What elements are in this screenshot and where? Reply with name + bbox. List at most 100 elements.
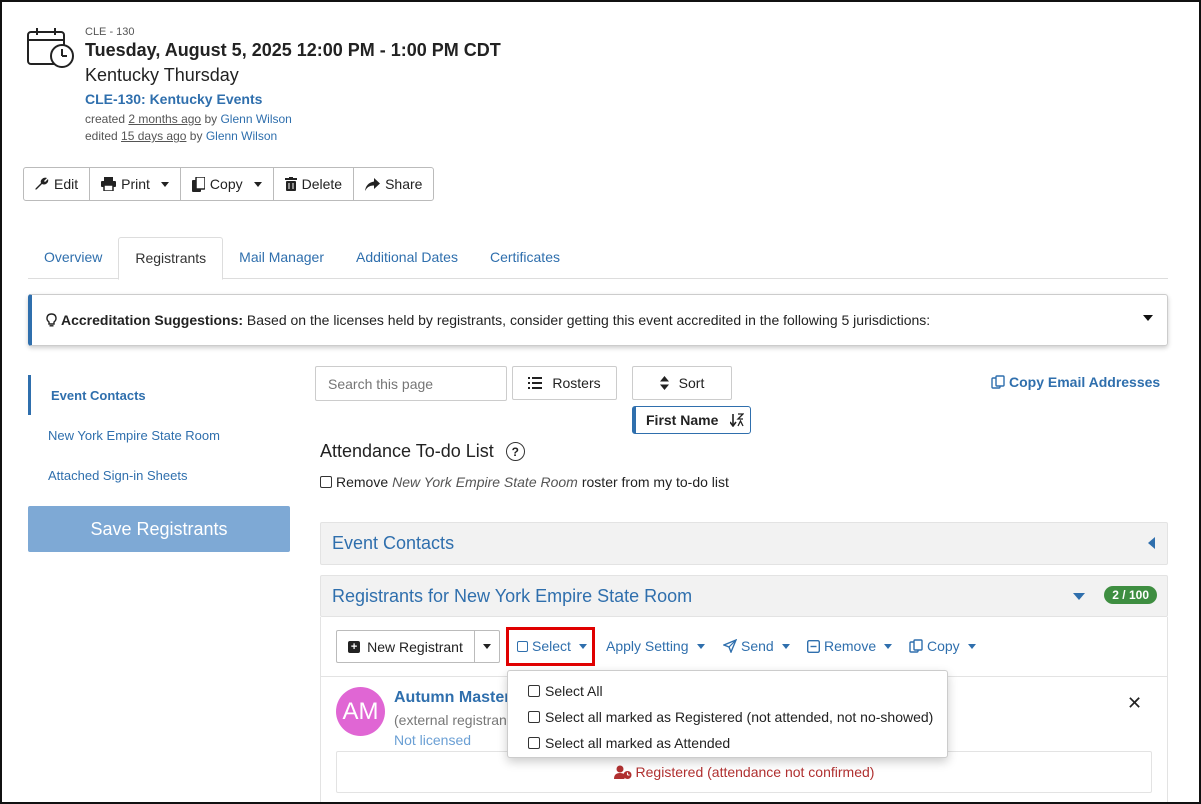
- copy-registrants-label: Copy: [927, 638, 960, 654]
- edited-ago: 15 days ago: [121, 129, 187, 143]
- trash-icon: [284, 177, 297, 191]
- registrant-license-link[interactable]: Not licensed: [394, 732, 471, 748]
- event-title: Kentucky Thursday: [85, 65, 239, 85]
- printer-icon: [101, 177, 117, 191]
- event-series-link[interactable]: CLE-130: Kentucky Events: [85, 91, 262, 107]
- apply-setting-button[interactable]: Apply Setting: [606, 638, 705, 654]
- tab-mail-manager[interactable]: Mail Manager: [223, 237, 340, 279]
- event-datetime: Tuesday, August 5, 2025 12:00 PM - 1:00 …: [85, 40, 501, 60]
- checkbox-icon: [528, 685, 540, 697]
- close-icon[interactable]: ✕: [1127, 693, 1142, 714]
- remove-button[interactable]: Remove: [807, 638, 893, 654]
- tab-certificates[interactable]: Certificates: [474, 237, 576, 279]
- remove-suffix: roster from my to-do list: [581, 474, 729, 490]
- menu-item-select-registered[interactable]: Select all marked as Registered (not att…: [508, 704, 947, 730]
- edit-button[interactable]: Edit: [24, 168, 91, 200]
- save-registrants-button[interactable]: Save Registrants: [28, 506, 290, 552]
- registrant-count-badge: 2 / 100: [1104, 586, 1157, 604]
- attendance-todo-title: Attendance To-do List ?: [320, 441, 525, 462]
- user-clock-icon: [613, 765, 632, 779]
- sort-icon: [659, 376, 669, 390]
- created-ago: 2 months ago: [128, 112, 202, 126]
- remove-from-todo: Remove New York Empire State Room roster…: [320, 474, 729, 490]
- search-input[interactable]: [315, 366, 507, 401]
- avatar: AM: [336, 687, 385, 736]
- sort-alpha-icon: [730, 413, 745, 427]
- created-by-link[interactable]: Glenn Wilson: [220, 112, 291, 126]
- menu-item-label: Select all marked as Registered (not att…: [545, 709, 934, 725]
- registrants-side-nav: Event Contacts New York Empire State Roo…: [28, 375, 290, 495]
- chevron-down-icon: [253, 181, 262, 187]
- delete-label: Delete: [301, 176, 343, 192]
- created-by-prefix: by: [204, 112, 218, 126]
- sort-label: Sort: [678, 375, 705, 391]
- registrants-panel-header[interactable]: Registrants for New York Empire State Ro…: [320, 575, 1168, 617]
- accreditation-label: Accreditation Suggestions:: [61, 312, 244, 328]
- copy-registrants-button[interactable]: Copy: [909, 638, 976, 654]
- remove-room-name: New York Empire State Room: [392, 474, 578, 490]
- tab-overview[interactable]: Overview: [28, 237, 118, 279]
- caret-down-icon[interactable]: [1073, 593, 1085, 600]
- registration-status-label: Registered (attendance not confirmed): [635, 764, 875, 780]
- share-label: Share: [385, 176, 423, 192]
- send-label: Send: [741, 638, 774, 654]
- created-meta: created 2 months ago by Glenn Wilson: [85, 112, 292, 126]
- side-nav-event-contacts[interactable]: Event Contacts: [28, 375, 290, 415]
- event-contacts-panel[interactable]: Event Contacts: [320, 522, 1168, 565]
- remove-label: Remove: [824, 638, 877, 654]
- chevron-down-icon: [483, 644, 491, 649]
- share-icon: [365, 177, 381, 191]
- new-registrant-dropdown-toggle[interactable]: [475, 630, 500, 663]
- attendance-todo-heading: Attendance To-do List: [320, 441, 494, 461]
- new-registrant-label: New Registrant: [367, 638, 463, 655]
- edited-by-prefix: by: [189, 129, 203, 143]
- sort-field-first-name[interactable]: First Name: [632, 406, 751, 434]
- print-button[interactable]: Print: [90, 168, 181, 200]
- registrant-name-link[interactable]: Autumn Masters: [394, 689, 519, 707]
- chevron-down-icon: [967, 643, 976, 649]
- new-registrant-button[interactable]: + New Registrant: [336, 630, 475, 663]
- tab-additional-dates[interactable]: Additional Dates: [340, 237, 474, 279]
- menu-item-select-attended[interactable]: Select all marked as Attended: [508, 730, 947, 756]
- remove-from-todo-checkbox[interactable]: [320, 476, 332, 488]
- copy-label: Copy: [209, 176, 243, 192]
- caret-left-icon[interactable]: [1148, 537, 1155, 549]
- minus-square-icon: [807, 639, 820, 653]
- copy-icon: [991, 375, 1005, 389]
- edited-meta: edited 15 days ago by Glenn Wilson: [85, 129, 277, 143]
- sort-button[interactable]: Sort: [632, 366, 732, 400]
- accreditation-banner[interactable]: Accreditation Suggestions: Based on the …: [28, 294, 1168, 346]
- menu-item-label: Select all marked as Attended: [545, 735, 731, 751]
- side-nav-new-york-empire-state-room[interactable]: New York Empire State Room: [28, 415, 290, 455]
- remove-prefix: Remove: [336, 474, 389, 490]
- copy-email-addresses-link[interactable]: Copy Email Addresses: [991, 374, 1160, 390]
- print-label: Print: [121, 176, 150, 192]
- copy-icon: [909, 639, 923, 653]
- send-button[interactable]: Send: [723, 638, 790, 654]
- delete-button[interactable]: Delete: [274, 168, 355, 200]
- menu-item-select-all[interactable]: Select All: [508, 678, 947, 704]
- copy-email-addresses-label: Copy Email Addresses: [1009, 374, 1161, 390]
- edited-by-link[interactable]: Glenn Wilson: [206, 129, 277, 143]
- copy-button[interactable]: Copy: [181, 168, 274, 200]
- caret-down-icon[interactable]: [1143, 315, 1153, 321]
- chevron-down-icon: [696, 643, 705, 649]
- checkbox-icon: [528, 711, 540, 723]
- plus-square-icon: +: [348, 640, 361, 653]
- chevron-down-icon: [160, 181, 169, 187]
- list-icon: [528, 377, 543, 389]
- paper-plane-icon: [723, 639, 737, 653]
- side-nav-attached-sign-in-sheets[interactable]: Attached Sign-in Sheets: [28, 455, 290, 495]
- accreditation-text: Based on the licenses held by registrant…: [246, 312, 931, 328]
- tab-registrants[interactable]: Registrants: [118, 237, 224, 280]
- share-button[interactable]: Share: [354, 168, 433, 200]
- help-icon[interactable]: ?: [505, 442, 525, 461]
- wrench-icon: [35, 177, 49, 190]
- event-tabs: Overview Registrants Mail Manager Additi…: [28, 237, 1168, 280]
- lightbulb-icon: [46, 313, 57, 327]
- event-code: CLE - 130: [85, 26, 135, 38]
- registrant-type: (external registrant): [394, 712, 516, 728]
- rosters-label: Rosters: [552, 375, 601, 391]
- rosters-button[interactable]: Rosters: [512, 366, 617, 400]
- menu-item-label: Select All: [545, 683, 603, 699]
